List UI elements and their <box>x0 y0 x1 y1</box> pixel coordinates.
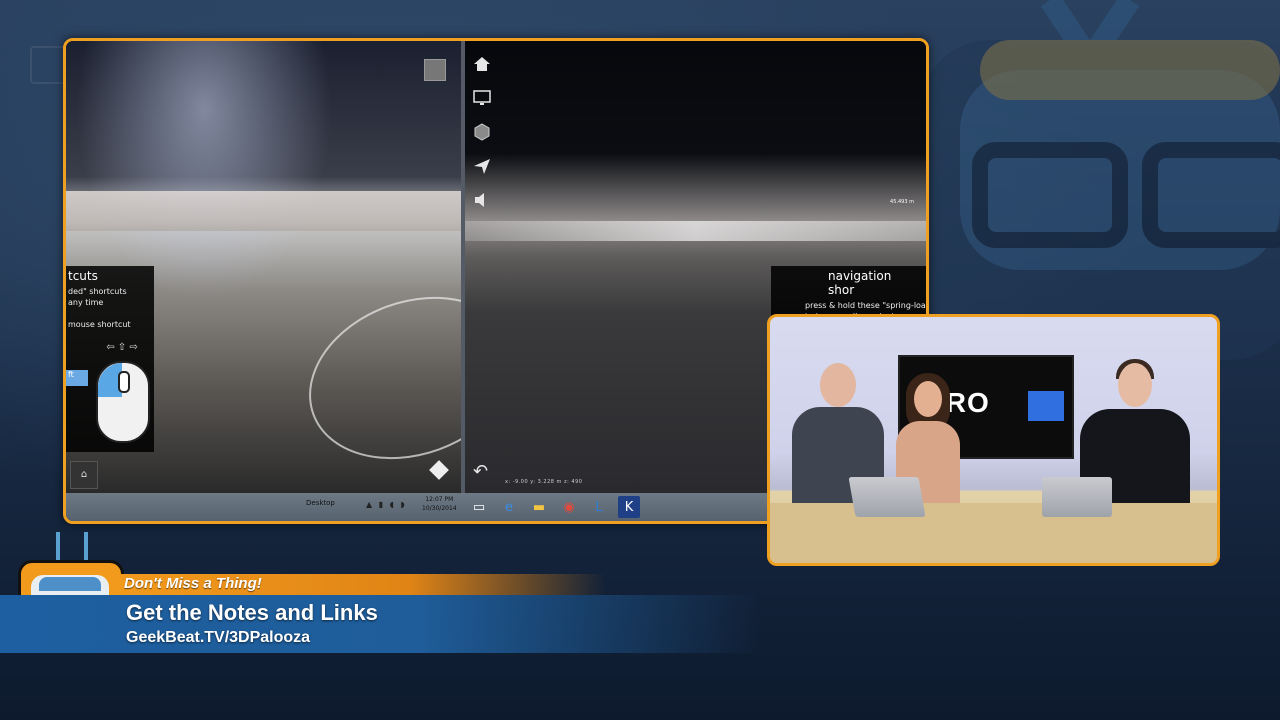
antenna <box>56 532 88 560</box>
horizon-band <box>465 221 926 241</box>
scroll-wheel <box>118 371 130 393</box>
mascot-hat <box>39 577 101 591</box>
faro-scene-icon[interactable]: K <box>618 496 640 518</box>
taskbar-clock[interactable]: 12:07 PM 10/30/2014 <box>422 495 457 513</box>
shortcuts-line: mouse shortcut <box>68 320 131 329</box>
view-cube-icon[interactable] <box>424 59 446 81</box>
system-tray[interactable]: ▲ ▮ ◖ ◗ <box>366 500 407 509</box>
chrome-icon[interactable]: ◉ <box>558 496 580 518</box>
point-cloud-view-left[interactable]: tcuts ded" shortcuts any time mouse shor… <box>66 41 461 493</box>
mouse-button-label: ft <box>66 370 88 386</box>
arrows-icon: ⇦ ⇧ ⇨ <box>106 342 138 353</box>
viewer-toolbar <box>471 53 495 223</box>
coordinate-status: x: -9.00 y: 3.228 m z: 490 <box>505 479 583 485</box>
monitor-logo-graphic <box>1028 391 1064 421</box>
file-explorer-icon[interactable]: ▭ <box>468 496 490 518</box>
speaker-icon[interactable] <box>471 189 493 211</box>
send-icon[interactable] <box>471 155 493 177</box>
navigation-shortcuts-title: navigation shor <box>828 269 892 297</box>
shortcuts-title: tcuts <box>68 269 98 283</box>
scanner-icon[interactable]: ⌂ <box>70 461 98 489</box>
lower-third-url: GeekBeat.TV/3DPalooza <box>126 629 311 646</box>
studio-camera-inset: FARO <box>767 314 1220 566</box>
layer-icon[interactable] <box>429 460 449 480</box>
ceiling-band <box>66 191 461 231</box>
navigation-shortcuts-line: press & hold these "spring-loa <box>805 301 926 310</box>
desktop-toolbar-label[interactable]: Desktop <box>306 499 335 507</box>
archway-outline <box>286 269 461 487</box>
shortcuts-panel-left: tcuts ded" shortcuts any time mouse shor… <box>66 266 154 452</box>
home-icon[interactable] <box>471 53 493 75</box>
shortcuts-line: any time <box>68 298 104 307</box>
laptop-left <box>848 477 926 517</box>
undo-icon[interactable]: ↶ <box>473 461 488 482</box>
lync-icon[interactable]: L <box>588 496 610 518</box>
folder-icon[interactable]: ▬ <box>528 496 550 518</box>
lower-third-kicker: Don't Miss a Thing! <box>116 574 606 595</box>
shortcuts-line: ded" shortcuts <box>68 287 127 296</box>
distance-readout: 45.493 m <box>890 199 914 205</box>
clock-date: 10/30/2014 <box>422 505 457 512</box>
mouse-icon <box>96 361 150 443</box>
internet-explorer-icon[interactable]: e <box>498 496 520 518</box>
kicker-text: Don't Miss a Thing! <box>124 575 262 592</box>
pinned-apps: ▭ e ▬ ◉ L K <box>468 496 640 518</box>
clock-time: 12:07 PM <box>425 496 454 503</box>
monitor-icon[interactable] <box>471 87 493 109</box>
lower-third-headline: Get the Notes and Links <box>126 600 378 625</box>
cube-icon[interactable] <box>471 121 493 143</box>
desk <box>770 503 1217 563</box>
laptop-right <box>1042 477 1112 517</box>
background-mascot-logo <box>920 0 1280 360</box>
lower-third-banner: Get the Notes and Links GeekBeat.TV/3DPa… <box>0 595 760 653</box>
